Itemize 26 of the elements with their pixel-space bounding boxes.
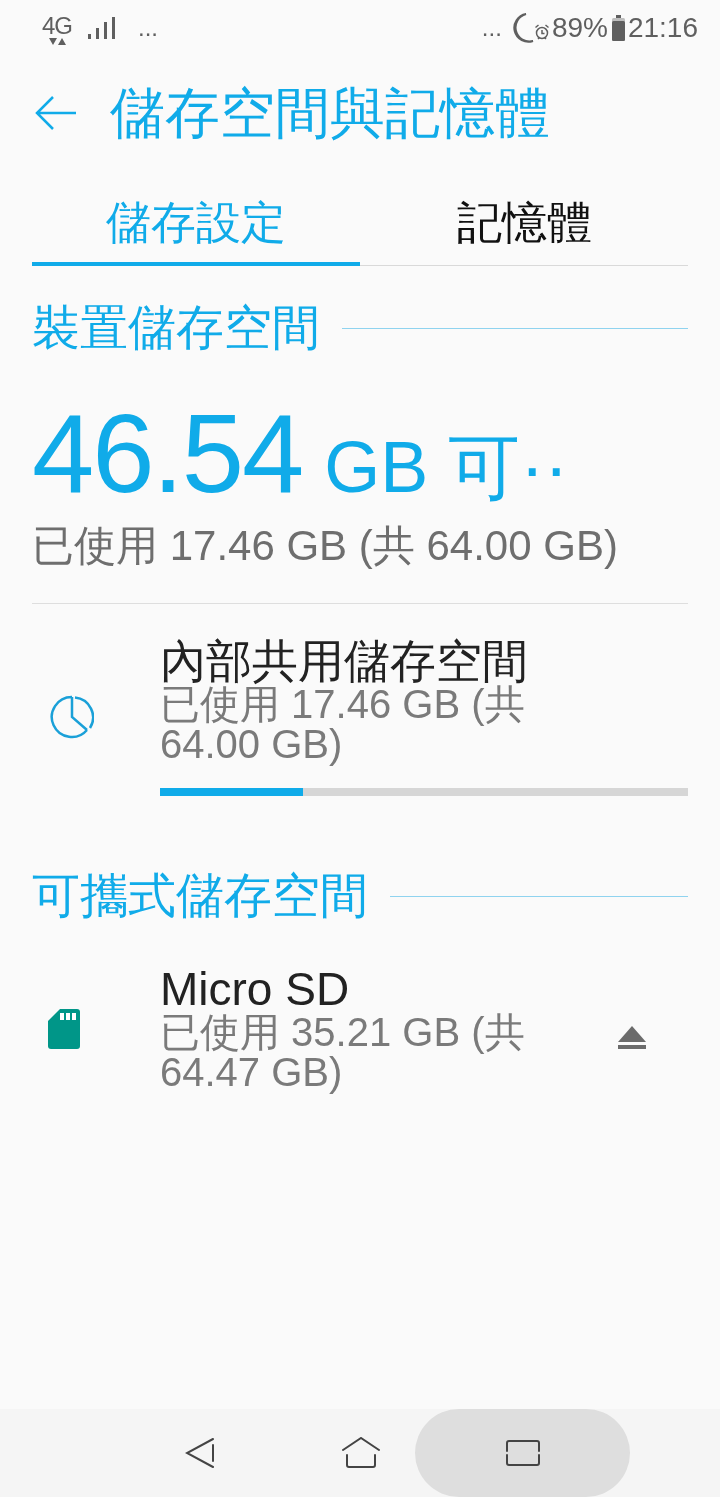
- data-arrows-icon: [47, 37, 67, 45]
- recents-icon[interactable]: [504, 1439, 541, 1467]
- volume-name: 內部共用儲存空間: [160, 638, 529, 684]
- volume-usage: 已使用 17.46 GB (共 64.00 GB): [160, 684, 526, 764]
- pie-chart-icon: [50, 695, 94, 739]
- network-type: 4G: [42, 13, 72, 38]
- sd-card-icon: [48, 1009, 80, 1049]
- section-heading: 可攜式儲存空間: [32, 868, 368, 924]
- free-space-unit: GB 可··: [324, 431, 569, 503]
- storage-usage-text: 已使用 17.46 GB (共 64.00 GB): [32, 522, 619, 570]
- clock-time: 21:16: [627, 14, 698, 42]
- back-triangle-icon[interactable]: [185, 1437, 215, 1469]
- tab[interactable]: 記憶體: [360, 170, 688, 266]
- volume-usage: 已使用 35.21 GB (共 64.47 GB): [160, 1012, 526, 1092]
- free-space-value: 46.54: [32, 398, 303, 510]
- signal-icon: [88, 17, 116, 39]
- more-indicator: ...: [138, 16, 159, 40]
- battery-icon: [611, 15, 625, 41]
- eject-icon[interactable]: [617, 1025, 647, 1049]
- volume-name: Micro SD: [160, 966, 351, 1012]
- home-icon[interactable]: [341, 1437, 381, 1469]
- page-title: 儲存空間與記憶體: [110, 85, 550, 141]
- alarm-clock-icon: [533, 24, 550, 40]
- battery-percent: 89%: [551, 14, 608, 42]
- more-indicator: ...: [481, 16, 502, 40]
- section-heading: 裝置儲存空間: [32, 300, 320, 356]
